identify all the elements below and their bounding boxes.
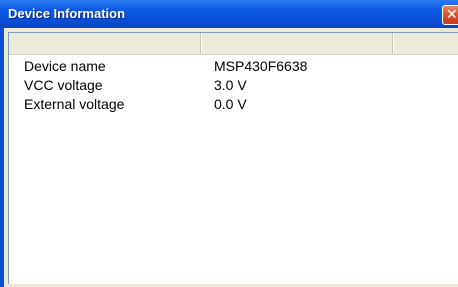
window-title: Device Information (8, 6, 126, 21)
list-item: External voltage 0.0 V (9, 95, 458, 114)
column-header-1[interactable] (9, 33, 201, 54)
dialog-client-area: Device name MSP430F6638 VCC voltage 3.0 … (4, 28, 458, 287)
list-item: Device name MSP430F6638 (9, 57, 458, 76)
row-value: MSP430F6638 (214, 58, 308, 74)
row-label: VCC voltage (24, 77, 103, 93)
device-info-list: Device name MSP430F6638 VCC voltage 3.0 … (8, 32, 458, 284)
column-header-2[interactable] (201, 33, 393, 54)
column-header-row (9, 33, 458, 55)
close-button[interactable]: ✕ (442, 5, 458, 25)
row-value: 3.0 V (214, 77, 247, 93)
close-icon: ✕ (446, 7, 458, 23)
row-label: Device name (24, 58, 106, 74)
title-bar[interactable]: Device Information ✕ (0, 0, 458, 28)
row-label: External voltage (24, 96, 125, 112)
device-information-window: Device Information ✕ Device name MSP430F… (0, 0, 458, 287)
row-value: 0.0 V (214, 96, 247, 112)
list-item: VCC voltage 3.0 V (9, 76, 458, 95)
info-rows: Device name MSP430F6638 VCC voltage 3.0 … (9, 57, 458, 114)
